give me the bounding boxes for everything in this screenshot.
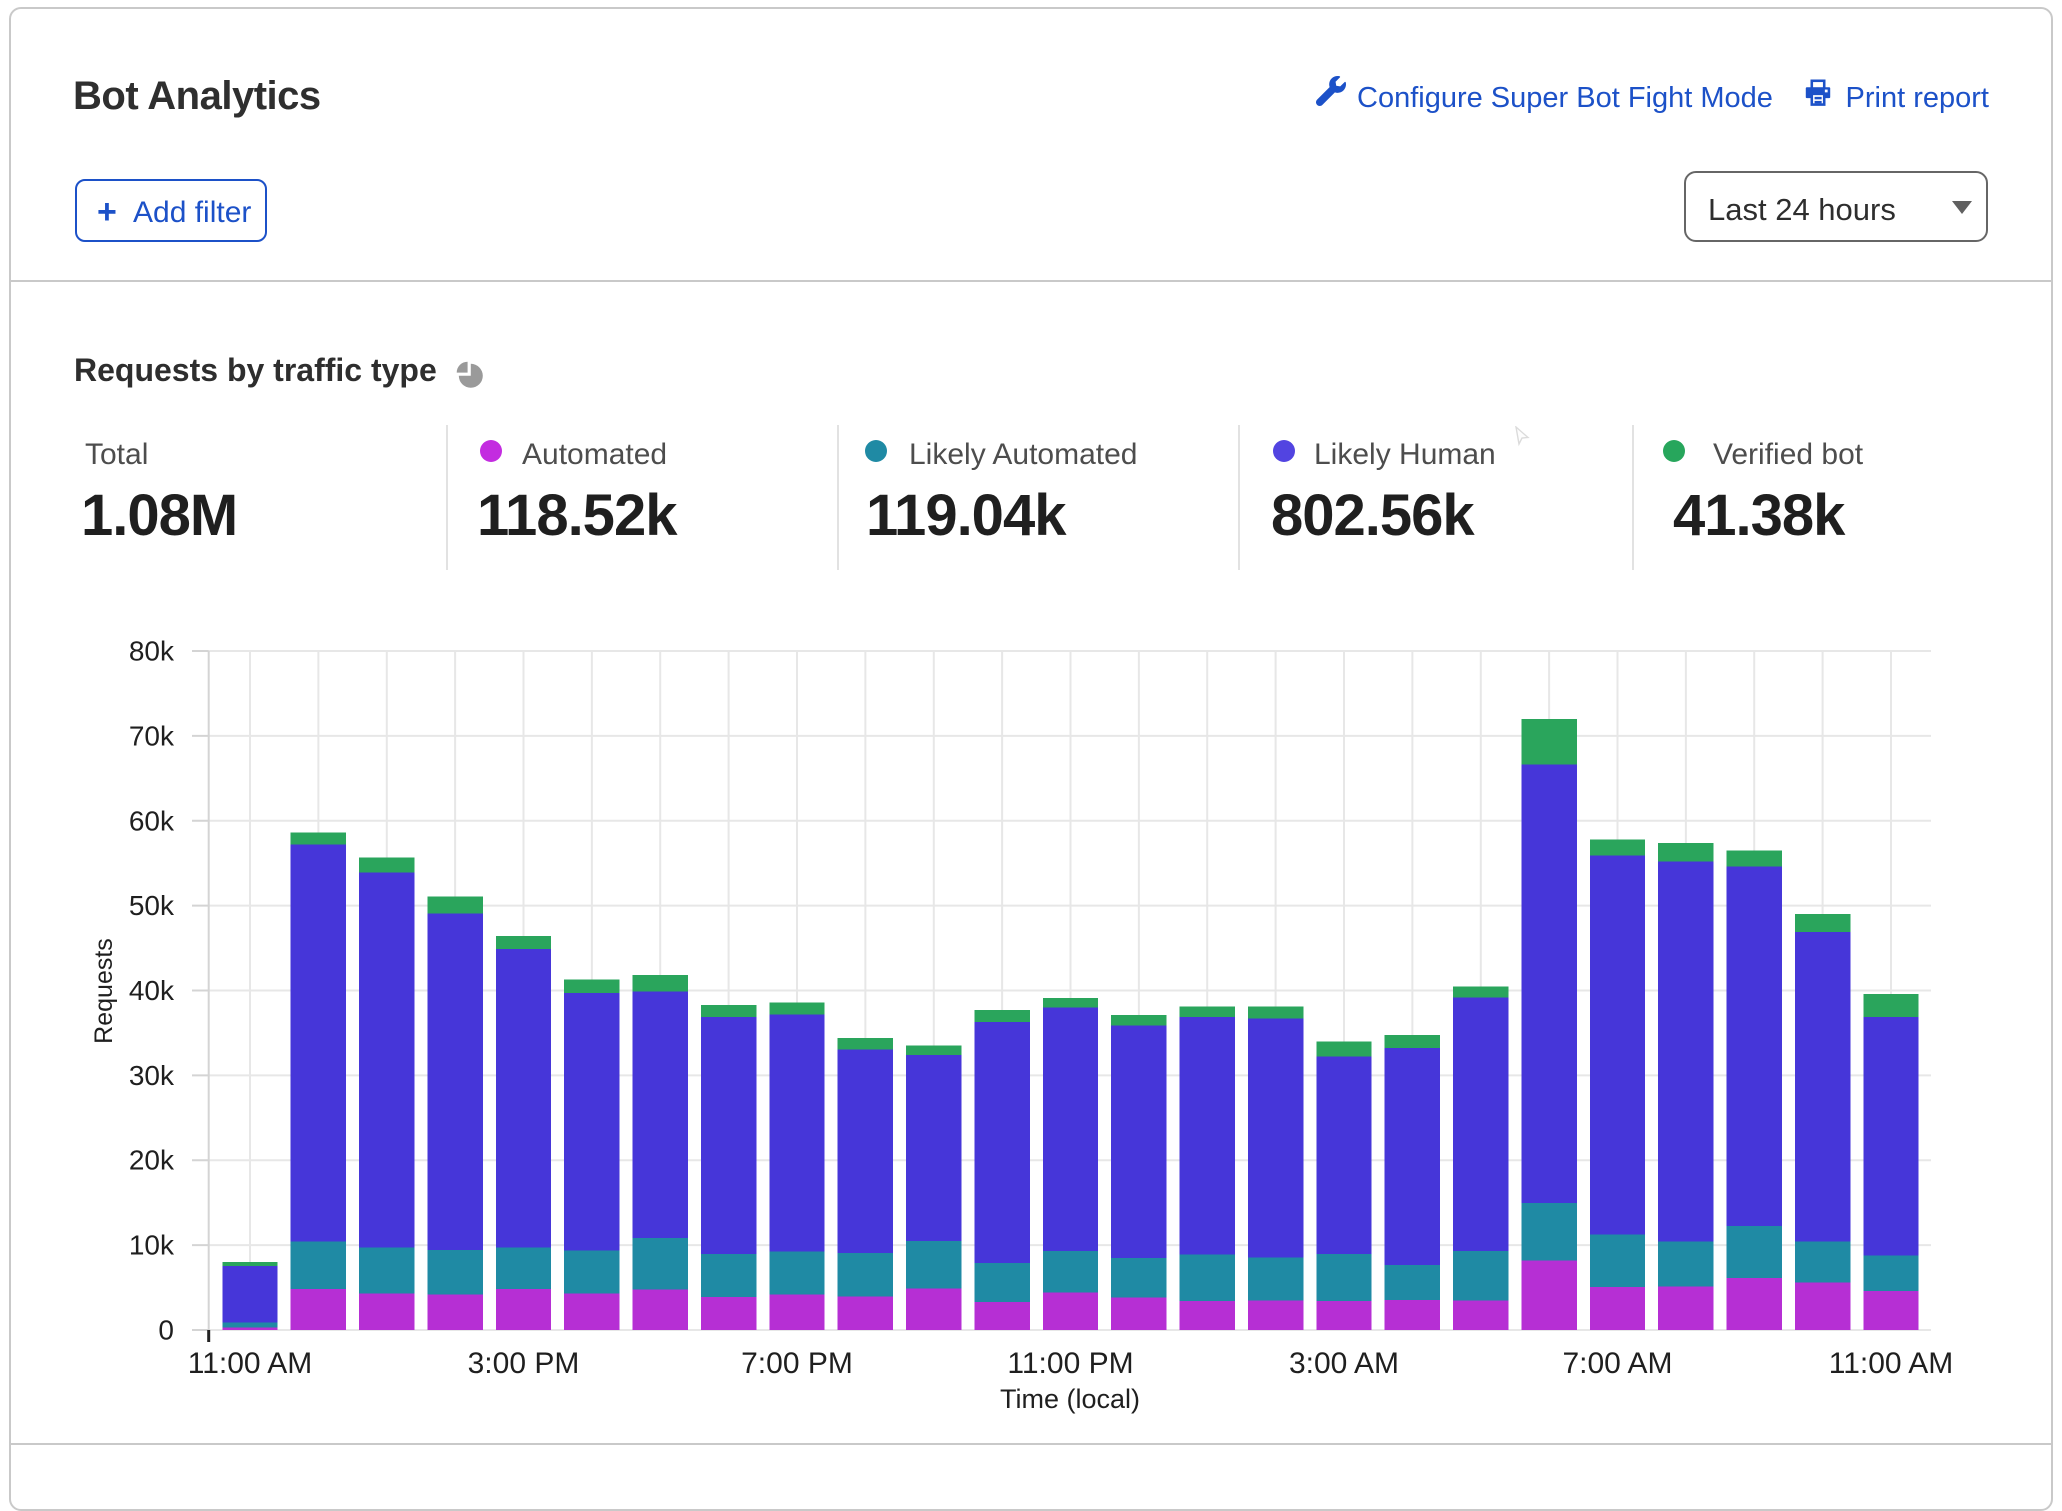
svg-text:20k: 20k bbox=[129, 1145, 175, 1176]
svg-text:10k: 10k bbox=[129, 1230, 175, 1261]
svg-text:0: 0 bbox=[158, 1315, 174, 1346]
svg-text:Requests: Requests bbox=[90, 938, 118, 1044]
svg-text:11:00 AM: 11:00 AM bbox=[188, 1347, 313, 1380]
svg-text:3:00 AM: 3:00 AM bbox=[1289, 1347, 1399, 1380]
svg-text:30k: 30k bbox=[129, 1060, 175, 1091]
svg-text:50k: 50k bbox=[129, 890, 175, 921]
svg-text:80k: 80k bbox=[129, 636, 175, 667]
svg-text:11:00 AM: 11:00 AM bbox=[1829, 1347, 1954, 1380]
svg-text:Time (local): Time (local) bbox=[1000, 1384, 1140, 1414]
svg-text:3:00 PM: 3:00 PM bbox=[468, 1347, 580, 1380]
svg-text:60k: 60k bbox=[129, 805, 175, 836]
svg-text:7:00 AM: 7:00 AM bbox=[1562, 1347, 1672, 1380]
svg-text:11:00 PM: 11:00 PM bbox=[1007, 1347, 1133, 1380]
svg-text:70k: 70k bbox=[129, 720, 175, 751]
svg-text:40k: 40k bbox=[129, 975, 175, 1006]
svg-text:7:00 PM: 7:00 PM bbox=[741, 1347, 853, 1380]
